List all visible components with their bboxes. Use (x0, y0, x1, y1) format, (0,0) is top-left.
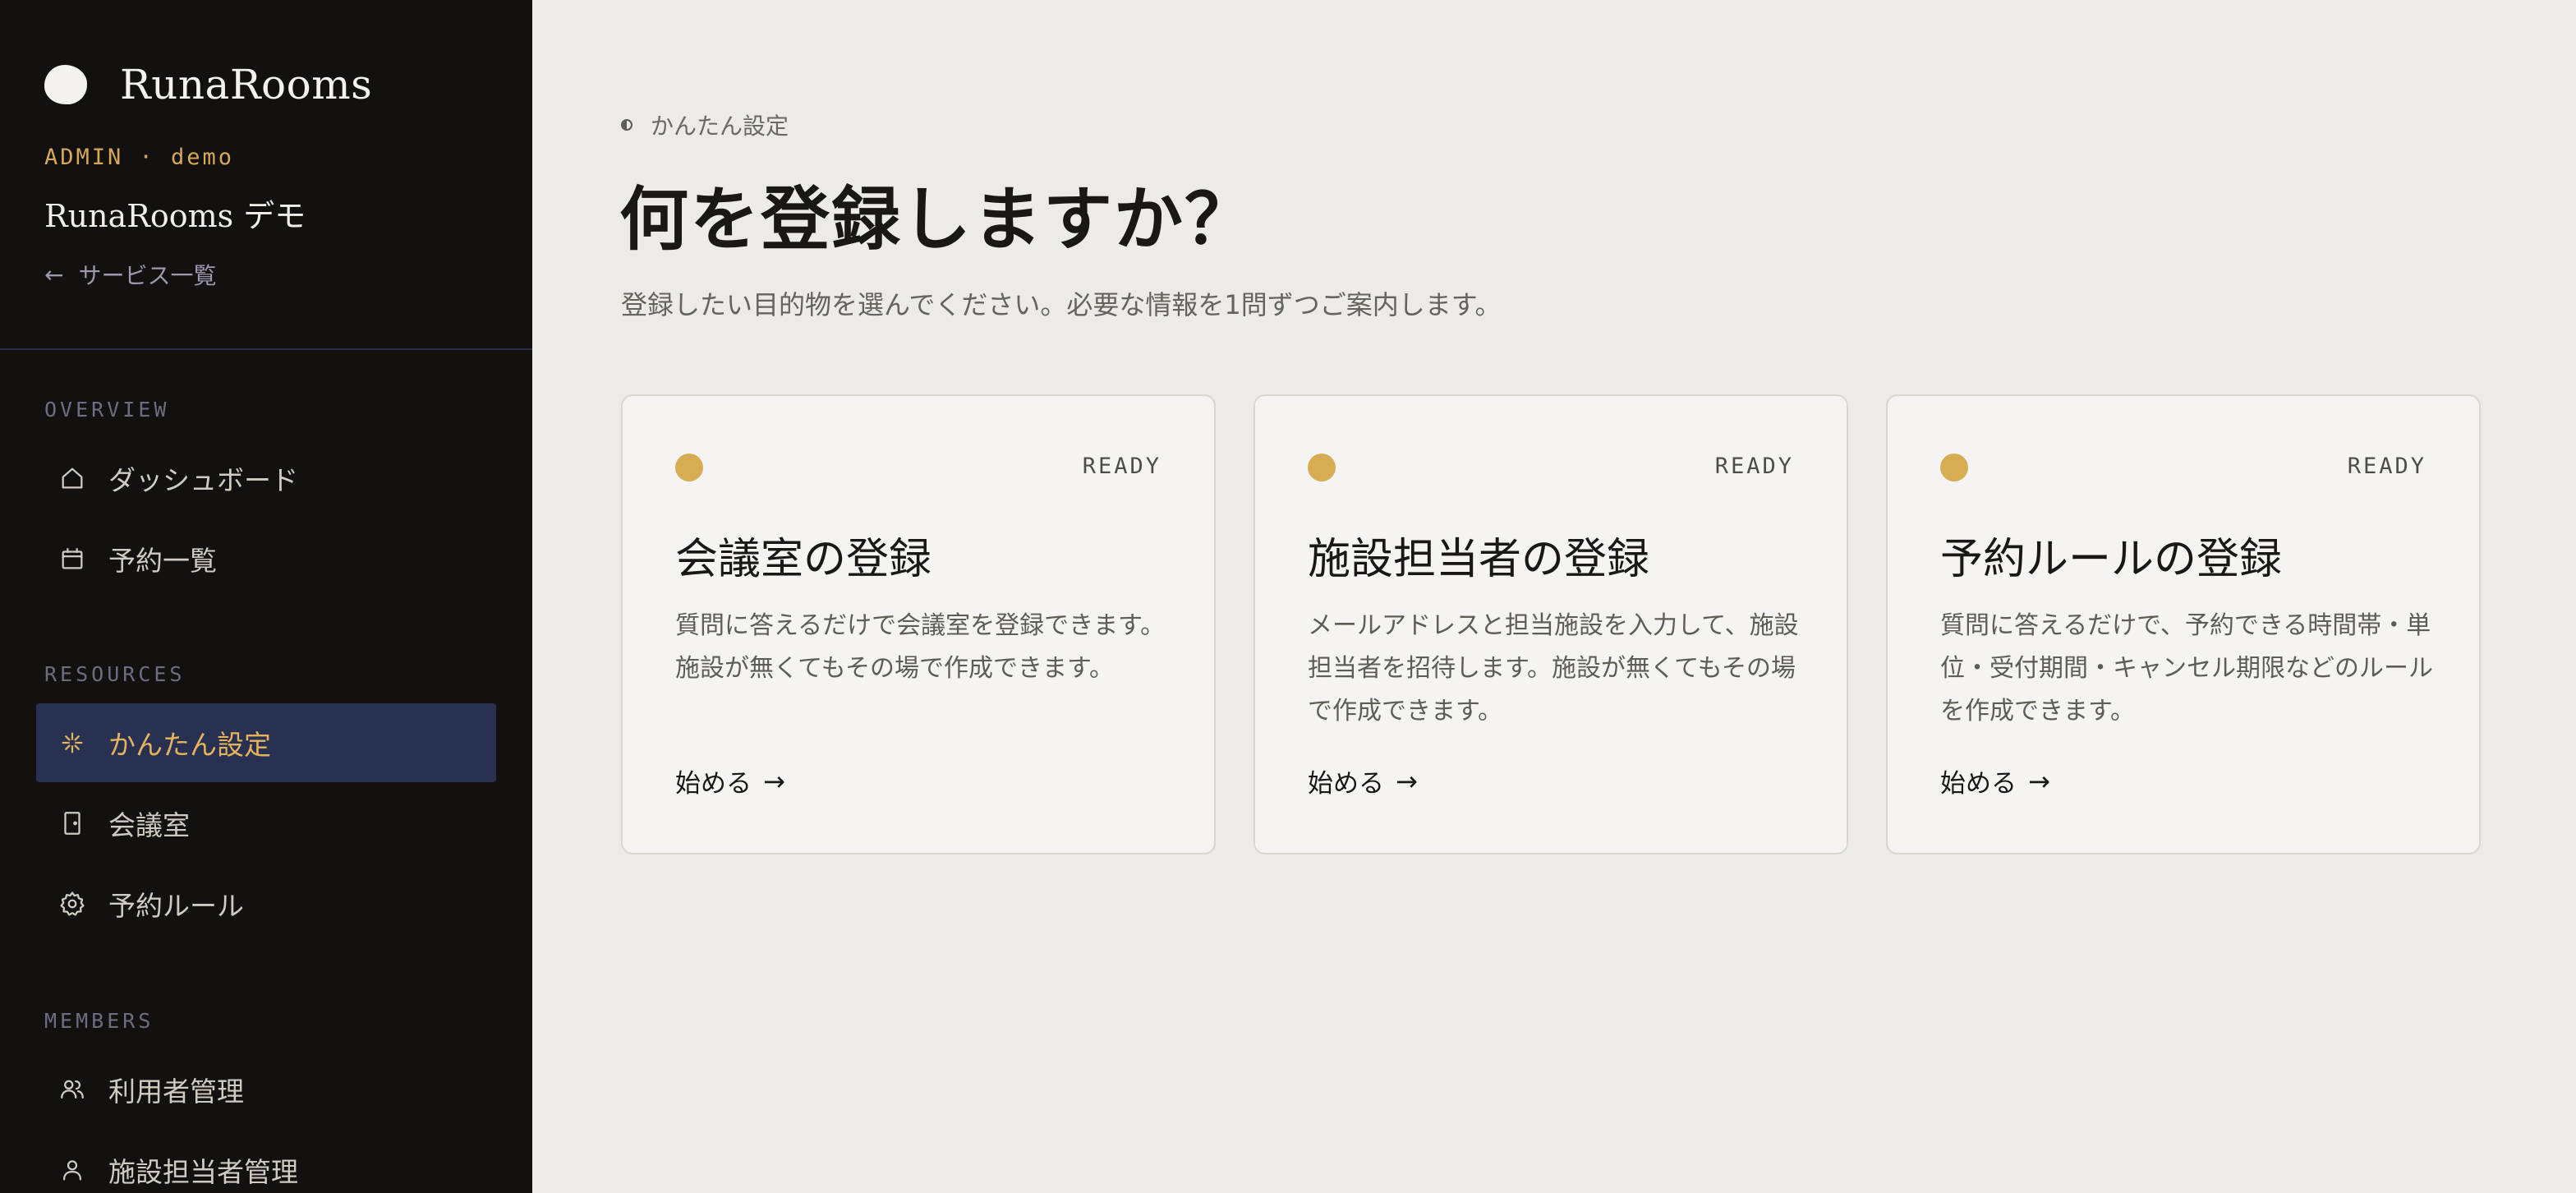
sidebar-item-reservations[interactable]: 予約一覧 (36, 519, 496, 598)
brand[interactable]: RunaRooms (44, 58, 372, 112)
sidebar: RunaRooms ADMIN · demo RunaRooms デモ ← サー… (0, 0, 532, 1193)
door-icon (58, 808, 87, 838)
sidebar-item-label: 施設担当者管理 (108, 1156, 298, 1188)
arrow-right-icon: → (2028, 765, 2050, 797)
start-button-label: 始める (1940, 769, 2017, 799)
section-label-overview: OVERVIEW (44, 398, 170, 421)
start-button-label: 始める (1308, 769, 1384, 799)
card-description: 質問に答えるだけで、予約できる時間帯・単位・受付期間・キャンセル期限などのルール… (1940, 611, 2433, 725)
status-badge: READY (1714, 454, 1794, 479)
sidebar-item-facility-managers[interactable]: 施設担当者管理 (36, 1131, 496, 1193)
sidebar-item-label: 会議室 (108, 809, 190, 841)
sparkle-icon (58, 728, 87, 758)
user-icon (58, 1155, 87, 1185)
brand-logo-icon (44, 65, 87, 104)
card-register-facility-manager[interactable]: READY 施設担当者の登録 メールアドレスと担当施設を入力して、施設担当者を招… (1254, 394, 1848, 854)
sidebar-item-label: ダッシュボード (108, 464, 298, 496)
sidebar-item-rooms[interactable]: 会議室 (36, 784, 496, 863)
card-description: 質問に答えるだけで会議室を登録できます。施設が無くてもその場で作成できます。 (675, 611, 1166, 683)
half-circle-icon (621, 119, 632, 131)
card-description: メールアドレスと担当施設を入力して、施設担当者を招待します。施設が無くてもその場… (1308, 611, 1799, 725)
arrow-right-icon: → (763, 765, 785, 797)
back-link-label: サービス一覧 (78, 262, 217, 289)
home-icon (58, 463, 87, 493)
calendar-icon (58, 544, 87, 573)
status-dot-icon (1940, 454, 1968, 481)
brand-name: RunaRooms (120, 61, 373, 108)
page-title: 何を登録しますか？ (619, 178, 1256, 260)
sidebar-divider (0, 348, 532, 350)
start-button[interactable]: 始める → (675, 762, 785, 799)
start-button[interactable]: 始める → (1308, 762, 1418, 799)
back-to-services-link[interactable]: ← サービス一覧 (44, 258, 216, 291)
gear-icon (58, 889, 87, 919)
org-name: RunaRooms デモ (44, 198, 306, 234)
sidebar-item-label: 利用者管理 (108, 1076, 244, 1108)
main-content: かんたん設定 何を登録しますか？ 登録したい目的物を選んでください。必要な情報を… (532, 0, 2576, 1193)
arrow-right-icon: → (1396, 765, 1418, 797)
breadcrumb-label: かんたん設定 (651, 113, 789, 140)
section-label-resources: RESOURCES (44, 662, 186, 686)
status-badge: READY (1082, 454, 1162, 479)
sidebar-item-dashboard[interactable]: ダッシュボード (36, 439, 496, 518)
arrow-left-icon: ← (44, 260, 64, 288)
start-button[interactable]: 始める → (1940, 762, 2050, 799)
card-register-booking-rule[interactable]: READY 予約ルールの登録 質問に答えるだけで、予約できる時間帯・単位・受付期… (1886, 394, 2481, 854)
status-badge: READY (2347, 454, 2426, 479)
admin-label: ADMIN · demo (44, 145, 235, 170)
sidebar-item-booking-rules[interactable]: 予約ルール (36, 864, 496, 943)
breadcrumb: かんたん設定 (621, 108, 789, 141)
sidebar-item-easy-setup[interactable]: かんたん設定 (36, 703, 496, 782)
card-title: 予約ルールの登録 (1940, 535, 2283, 584)
page-description: 登録したい目的物を選んでください。必要な情報を1問ずつご案内します。 (621, 289, 1502, 320)
sidebar-item-label: 予約ルール (108, 890, 244, 922)
sidebar-item-users[interactable]: 利用者管理 (36, 1050, 496, 1129)
status-dot-icon (1308, 454, 1336, 481)
sidebar-item-label: かんたん設定 (108, 729, 271, 761)
card-register-room[interactable]: READY 会議室の登録 質問に答えるだけで会議室を登録できます。施設が無くても… (621, 394, 1216, 854)
start-button-label: 始める (675, 769, 752, 799)
sidebar-item-label: 予約一覧 (108, 545, 217, 577)
section-label-members: MEMBERS (44, 1009, 154, 1033)
status-dot-icon (675, 454, 703, 481)
card-title: 会議室の登録 (675, 535, 932, 584)
card-title: 施設担当者の登録 (1308, 535, 1650, 584)
users-icon (58, 1075, 87, 1104)
